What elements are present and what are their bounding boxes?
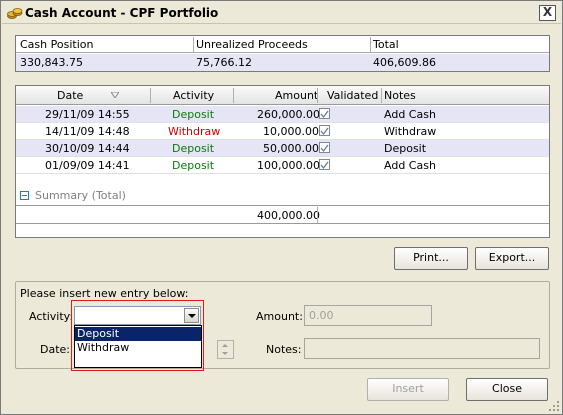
checkmark-icon	[320, 110, 329, 119]
close-button[interactable]: Close	[466, 378, 548, 401]
date-label: Date:	[40, 343, 70, 356]
row-date: 14/11/09 14:48	[45, 125, 130, 138]
annotation-highlight-box	[71, 300, 204, 371]
notes-label: Notes:	[266, 343, 302, 356]
cash-summary-table: Cash Position Unrealized Proceeds Total …	[15, 35, 550, 72]
column-header-validated[interactable]: Validated	[327, 89, 378, 102]
cash-summary-row: 330,843.75 75,766.12 406,609.86	[16, 54, 549, 71]
window-title: Cash Account - CPF Portfolio	[25, 6, 219, 20]
date-spinner[interactable]	[217, 340, 234, 359]
close-window-button[interactable]: X	[539, 5, 556, 21]
print-button[interactable]: Print...	[394, 247, 468, 270]
validated-checkbox[interactable]	[319, 108, 330, 119]
coins-icon	[7, 8, 23, 19]
insert-button[interactable]: Insert	[367, 378, 449, 401]
row-notes: Deposit	[384, 142, 427, 155]
row-amount: 100,000.00	[257, 159, 320, 172]
summary-group-row[interactable]: Summary (Total)	[20, 189, 126, 202]
row-amount: 10,000.00	[263, 125, 319, 138]
row-activity: Deposit	[172, 159, 215, 172]
summary-label: Summary (Total)	[35, 189, 126, 202]
row-activity: Deposit	[172, 108, 215, 121]
export-button[interactable]: Export...	[475, 247, 549, 270]
cash-position-value: 330,843.75	[20, 56, 83, 69]
row-date: 29/11/09 14:55	[45, 108, 130, 121]
amount-label: Amount:	[256, 310, 303, 323]
title-bar: Cash Account - CPF Portfolio X	[2, 2, 561, 24]
row-amount: 50,000.00	[263, 142, 319, 155]
transactions-header: Date Activity Amount Validated Notes	[16, 86, 549, 105]
column-header-amount[interactable]: Amount	[275, 89, 318, 102]
new-entry-group-label: Please insert new entry below:	[20, 287, 189, 300]
column-header-date[interactable]: Date	[57, 89, 83, 102]
row-notes: Add Cash	[384, 108, 436, 121]
row-notes: Withdraw	[384, 125, 437, 138]
activity-label: Activity:	[29, 310, 74, 323]
table-row[interactable]: 30/10/09 14:44 Deposit 50,000.00 Deposit	[16, 140, 549, 157]
header-total: Total	[373, 38, 399, 51]
total-value: 406,609.86	[373, 56, 436, 69]
collapse-icon[interactable]	[20, 191, 29, 200]
row-notes: Add Cash	[384, 159, 436, 172]
checkmark-icon	[320, 144, 329, 153]
summary-total-amount: 400,000.00	[257, 209, 320, 222]
checkmark-icon	[320, 161, 329, 170]
sort-descending-icon	[111, 92, 119, 98]
resize-grip-icon[interactable]	[548, 400, 560, 412]
unrealized-proceeds-value: 75,766.12	[196, 56, 252, 69]
column-header-notes[interactable]: Notes	[384, 89, 416, 102]
amount-field[interactable]: 0.00	[304, 305, 432, 326]
validated-checkbox[interactable]	[319, 125, 330, 136]
header-unrealized-proceeds: Unrealized Proceeds	[196, 38, 308, 51]
cash-account-window: Cash Account - CPF Portfolio X Cash Posi…	[0, 0, 563, 415]
checkmark-icon	[320, 127, 329, 136]
row-activity: Deposit	[172, 142, 215, 155]
summary-total-row: 400,000.00	[16, 207, 549, 223]
row-date: 01/09/09 14:41	[45, 159, 130, 172]
header-cash-position: Cash Position	[20, 38, 94, 51]
validated-checkbox[interactable]	[319, 159, 330, 170]
validated-checkbox[interactable]	[319, 142, 330, 153]
transactions-table[interactable]: Date Activity Amount Validated Notes 29/…	[15, 85, 550, 238]
row-activity: Withdraw	[168, 125, 221, 138]
row-amount: 260,000.00	[257, 108, 320, 121]
row-date: 30/10/09 14:44	[45, 142, 130, 155]
close-icon: X	[542, 5, 553, 19]
column-header-activity[interactable]: Activity	[173, 89, 214, 102]
table-row[interactable]: 01/09/09 14:41 Deposit 100,000.00 Add Ca…	[16, 157, 549, 174]
table-row[interactable]: 29/11/09 14:55 Deposit 260,000.00 Add Ca…	[16, 106, 549, 123]
cash-summary-header: Cash Position Unrealized Proceeds Total	[16, 36, 549, 53]
table-row[interactable]: 14/11/09 14:48 Withdraw 10,000.00 Withdr…	[16, 123, 549, 140]
notes-field[interactable]	[304, 338, 540, 359]
